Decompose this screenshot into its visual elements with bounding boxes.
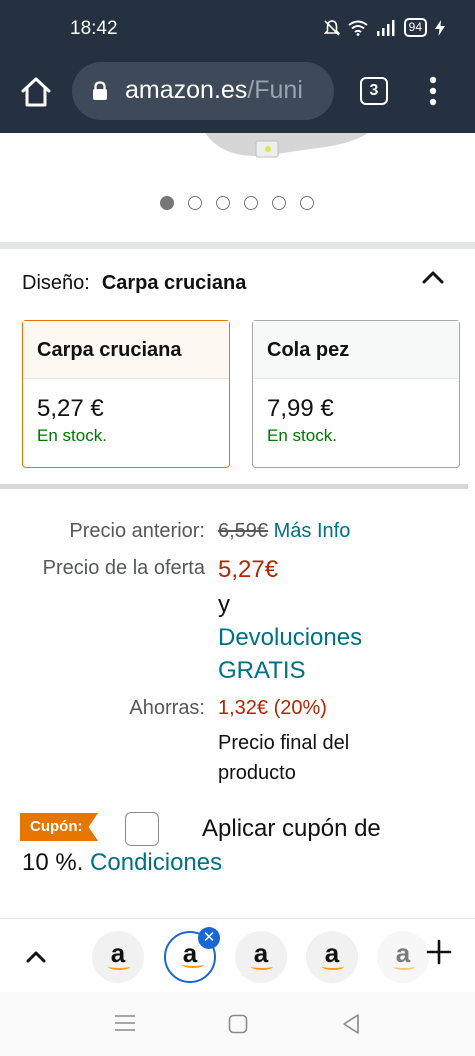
signal-icon — [376, 19, 395, 36]
gallery-dot[interactable] — [300, 196, 314, 210]
close-tab-icon[interactable]: ✕ — [198, 927, 220, 949]
savings-label: Ahorras: — [129, 697, 205, 719]
amazon-smile-icon — [393, 963, 415, 970]
tab-thumbnail[interactable]: a — [306, 931, 358, 983]
design-selected: Carpa cruciana — [101, 272, 247, 294]
option-price: 5,27 € — [37, 395, 104, 422]
battery-icon: 94 — [403, 18, 427, 37]
chevron-up-icon[interactable] — [421, 268, 445, 286]
amazon-smile-icon — [322, 963, 344, 970]
browser-chrome: 18:42 94 amazon.es/Funi 3 — [0, 0, 475, 133]
coupon-apply-text: Aplicar cupón de — [202, 815, 381, 842]
and-text: y — [218, 591, 230, 618]
add-tab-icon[interactable] — [426, 939, 452, 965]
url-path: /Funi — [247, 76, 303, 104]
amazon-smile-icon — [108, 963, 130, 970]
system-nav-bar — [0, 992, 475, 1056]
url-domain: amazon.es — [125, 76, 248, 104]
option-stock: En stock. — [267, 426, 337, 445]
coupon-conditions-link[interactable]: Condiciones — [90, 849, 222, 876]
coupon-percent-text: 10 %. — [22, 849, 84, 876]
previous-price-label: Precio anterior: — [69, 520, 205, 542]
wifi-icon — [348, 20, 368, 36]
free-returns-link-2[interactable]: GRATIS — [218, 657, 306, 685]
chevron-up-icon[interactable] — [26, 949, 46, 963]
final-price-note-2: producto — [218, 762, 296, 784]
image-pagination — [160, 196, 314, 210]
recents-icon[interactable] — [114, 1014, 136, 1032]
status-icons: 94 — [323, 18, 445, 37]
design-label: Diseño: Carpa cruciana — [22, 272, 246, 295]
previous-price-value: 6,59€ — [218, 520, 269, 542]
status-time: 18:42 — [70, 18, 118, 39]
tab-thumbnail[interactable]: a — [235, 931, 287, 983]
home-nav-icon[interactable] — [228, 1014, 248, 1034]
lock-icon — [93, 81, 107, 100]
offer-price-label: Precio de la oferta — [42, 557, 205, 579]
coupon-checkbox[interactable] — [125, 812, 159, 846]
amazon-smile-icon — [182, 961, 204, 968]
tab-strip: a a ✕ a a a — [0, 918, 475, 992]
savings-value: 1,32€ (20%) — [218, 697, 327, 719]
tab-thumbnail[interactable]: a — [92, 931, 144, 983]
design-key: Diseño: — [22, 272, 90, 294]
tab-thumbnail[interactable]: a ✕ — [164, 927, 220, 983]
option-stock: En stock. — [37, 426, 107, 445]
amazon-smile-icon — [251, 963, 273, 970]
coupon-badge: Cupón: — [20, 813, 98, 841]
section-divider — [0, 242, 475, 249]
home-icon[interactable] — [20, 76, 52, 108]
tab-switcher-button[interactable]: 3 — [360, 77, 388, 105]
design-option-carpa-cruciana[interactable]: Carpa cruciana 5,27 € En stock. — [22, 320, 230, 468]
more-info-link[interactable]: Más Info — [274, 520, 351, 542]
option-name: Cola pez — [253, 321, 459, 379]
free-returns-link[interactable]: Devoluciones — [218, 624, 362, 652]
option-price: 7,99 € — [267, 395, 334, 422]
tab-thumbnail[interactable]: a — [377, 931, 429, 983]
more-menu-icon[interactable] — [428, 76, 438, 106]
gallery-dot[interactable] — [272, 196, 286, 210]
url-text: amazon.es/Funi — [125, 76, 303, 105]
gallery-dot[interactable] — [216, 196, 230, 210]
product-image[interactable] — [200, 133, 370, 163]
gallery-dot[interactable] — [188, 196, 202, 210]
offer-price-value: 5,27€ — [218, 556, 279, 583]
previous-price: 6,59€ Más Info — [218, 520, 350, 543]
design-option-cola-pez[interactable]: Cola pez 7,99 € En stock. — [252, 320, 460, 468]
option-name: Carpa cruciana — [23, 321, 229, 379]
back-nav-icon[interactable] — [341, 1013, 361, 1035]
coupon-percent: 10 %. Condiciones — [22, 849, 222, 877]
section-divider — [0, 484, 468, 489]
gallery-dot[interactable] — [160, 196, 174, 210]
gallery-dot[interactable] — [244, 196, 258, 210]
charging-icon — [435, 19, 445, 36]
mute-icon — [323, 19, 340, 36]
url-bar[interactable]: amazon.es/Funi — [72, 62, 334, 120]
final-price-note: Precio final del — [218, 732, 350, 754]
